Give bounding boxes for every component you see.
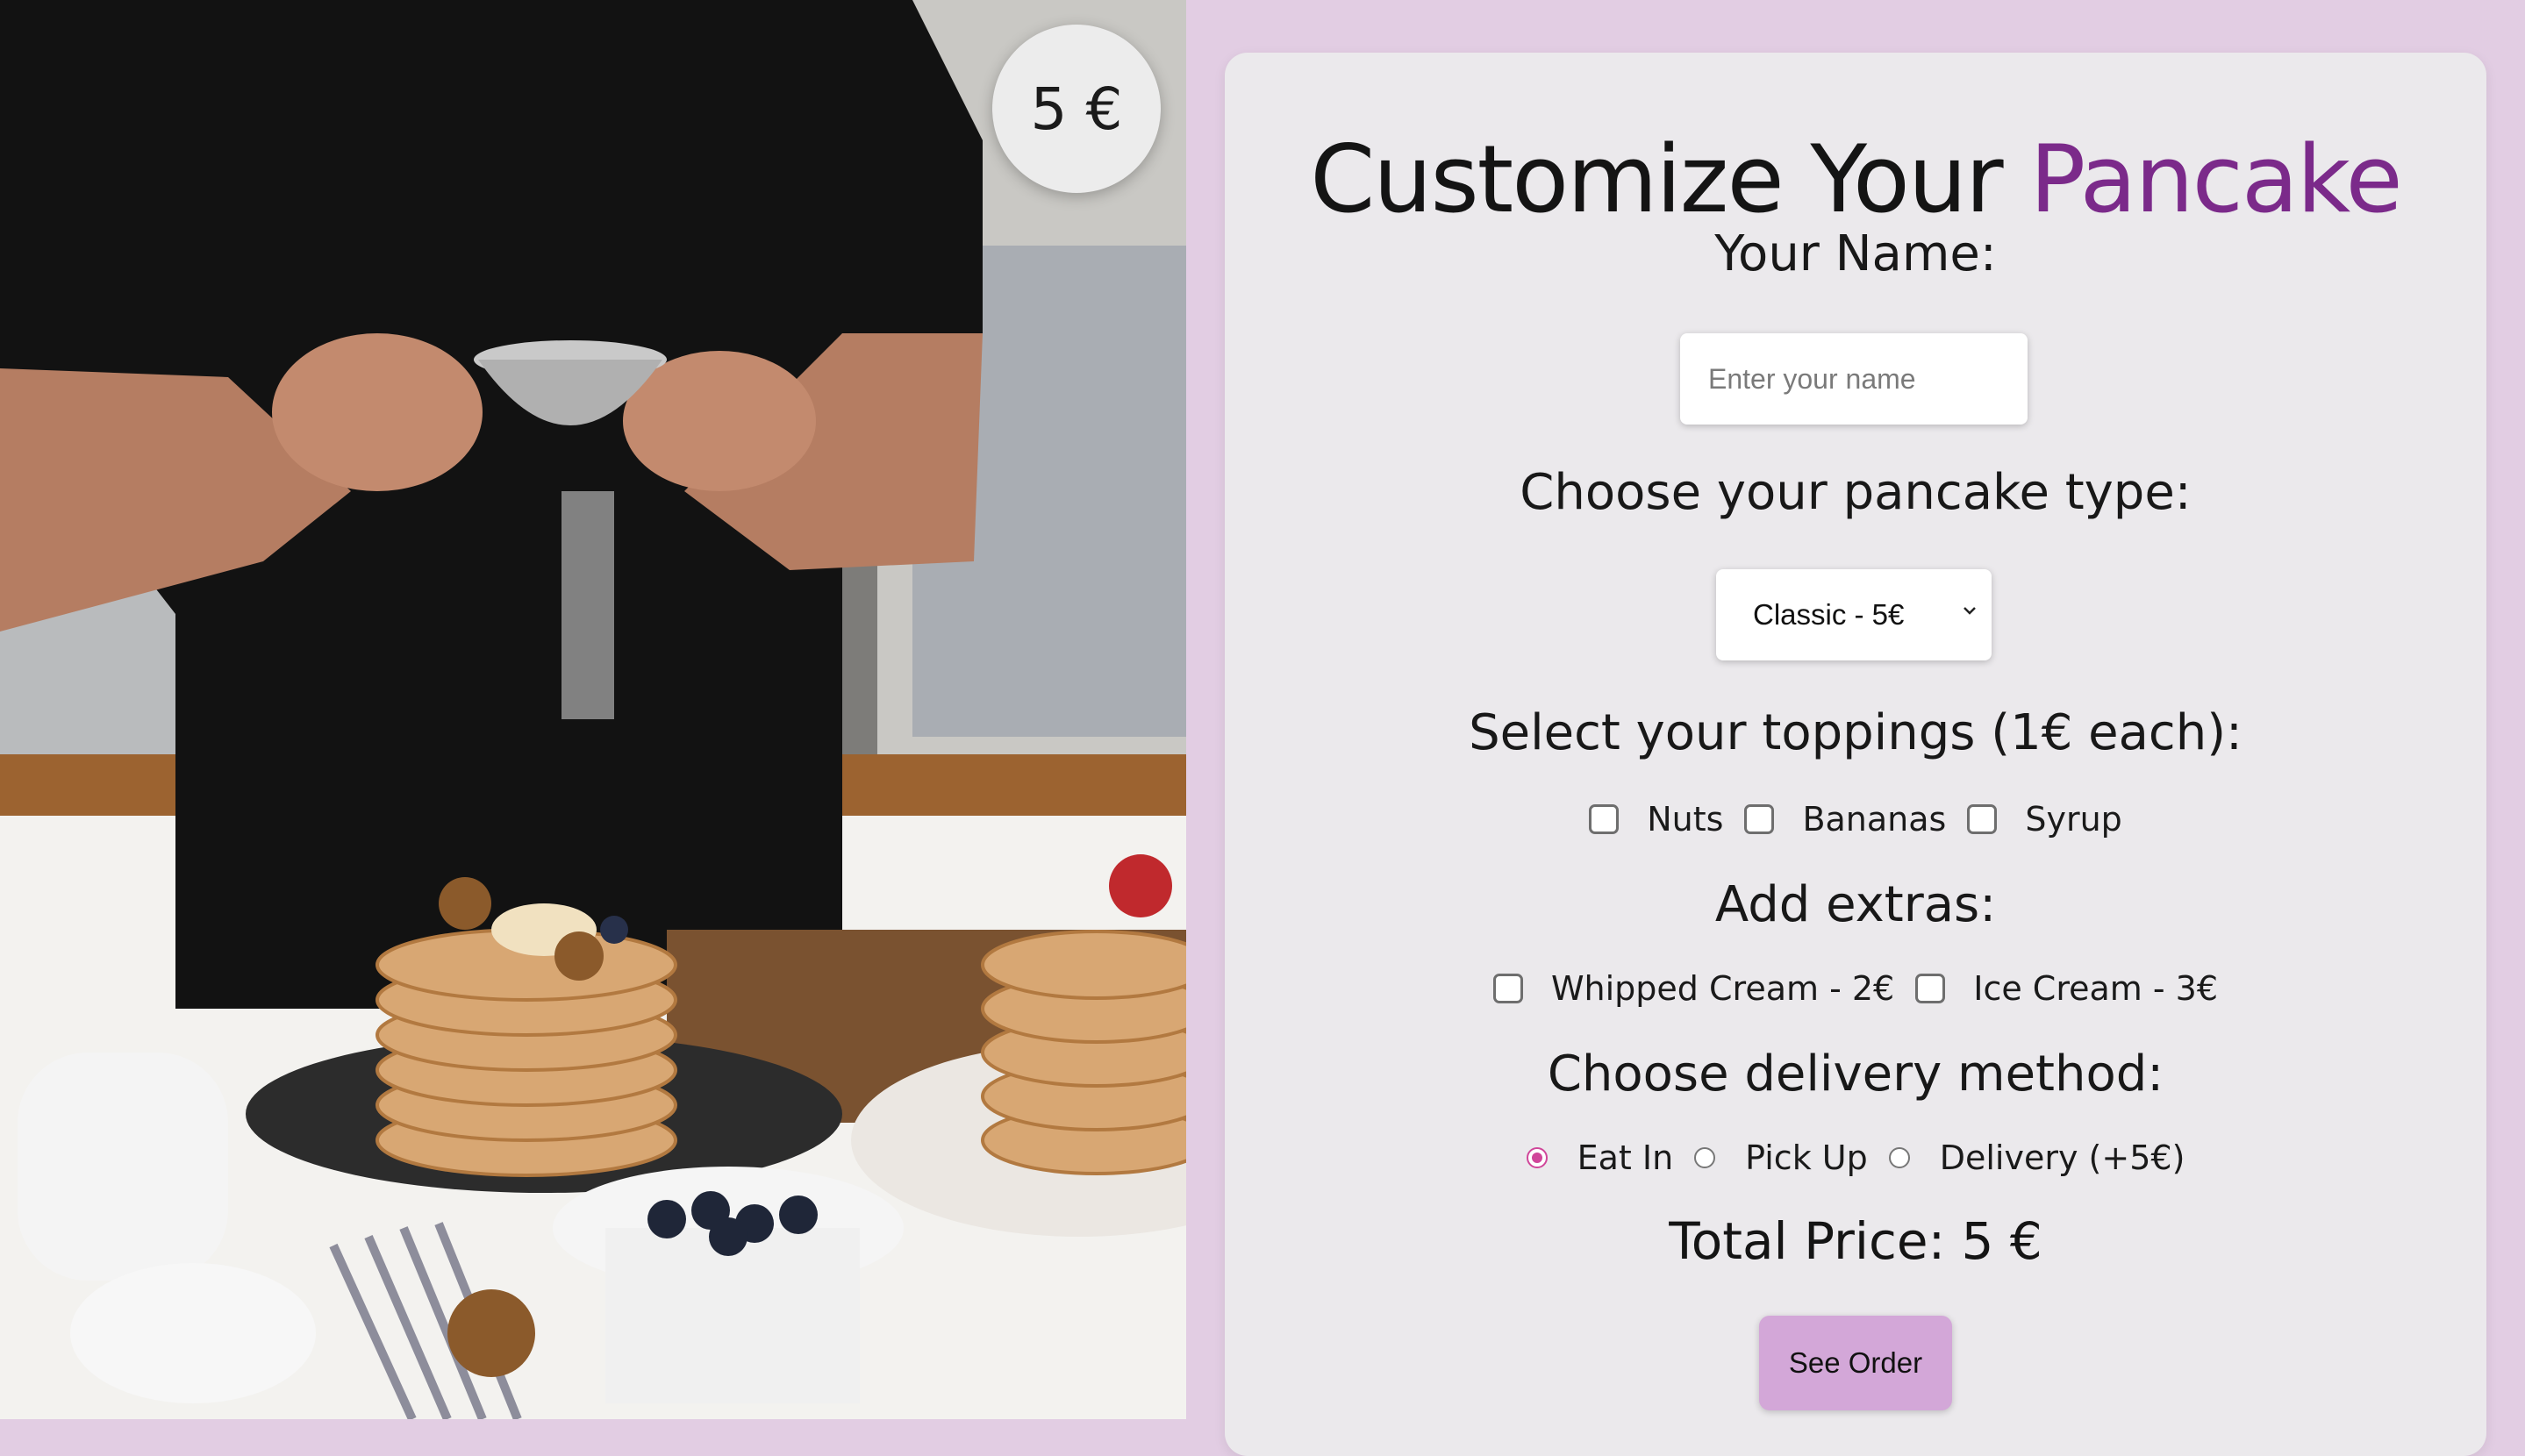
see-order-button[interactable]: See Order xyxy=(1759,1316,1952,1410)
extra-ice-cream-label: Ice Cream - 3€ xyxy=(1973,969,2219,1008)
delivery-delivery-radio[interactable] xyxy=(1888,1147,1910,1168)
order-form-card: Customize Your Pancake Your Name: Choose… xyxy=(1225,53,2486,1456)
topping-syrup-checkbox[interactable] xyxy=(1967,804,1998,834)
title-accent: Pancake xyxy=(2029,125,2402,233)
extras-label: Add extras: xyxy=(1714,876,1997,933)
pancake-type-label: Choose your pancake type: xyxy=(1520,464,2192,521)
pancake-photo-illustration xyxy=(0,0,1186,1419)
delivery-group: Eat In Pick Up Delivery (+5€) xyxy=(1225,1138,2486,1177)
chevron-down-icon xyxy=(1963,607,1976,615)
pancake-type-select[interactable]: Classic - 5€ xyxy=(1716,569,1992,660)
extra-ice-cream-checkbox[interactable] xyxy=(1915,974,1946,1003)
delivery-pick-up-radio[interactable] xyxy=(1694,1147,1716,1168)
topping-syrup[interactable]: Syrup xyxy=(1967,800,2122,839)
topping-bananas[interactable]: Bananas xyxy=(1744,800,1946,839)
name-input[interactable] xyxy=(1680,333,2028,425)
topping-bananas-checkbox[interactable] xyxy=(1744,804,1775,834)
delivery-label: Choose delivery method: xyxy=(1547,1046,2164,1103)
extra-whipped-cream-checkbox[interactable] xyxy=(1492,974,1523,1003)
page-title: Customize Your Pancake xyxy=(1225,123,2486,237)
topping-nuts-checkbox[interactable] xyxy=(1589,804,1620,834)
toppings-label: Select your toppings (1€ each): xyxy=(1469,704,2242,761)
delivery-eat-in[interactable]: Eat In xyxy=(1526,1138,1674,1177)
delivery-pick-up-label: Pick Up xyxy=(1745,1138,1868,1177)
topping-bananas-label: Bananas xyxy=(1802,800,1947,839)
price-badge-text: 5 € xyxy=(1030,75,1123,143)
hero-photo: 5 € xyxy=(0,0,1186,1419)
price-badge: 5 € xyxy=(992,25,1161,193)
delivery-delivery-label: Delivery (+5€) xyxy=(1939,1138,2185,1177)
total-price: Total Price: 5 € xyxy=(1669,1211,2042,1271)
topping-nuts[interactable]: Nuts xyxy=(1589,800,1723,839)
extra-ice-cream[interactable]: Ice Cream - 3€ xyxy=(1915,969,2218,1008)
delivery-eat-in-label: Eat In xyxy=(1577,1138,1674,1177)
name-label: Your Name: xyxy=(1714,225,1997,282)
toppings-group: Nuts Bananas Syrup xyxy=(1225,800,2486,839)
extra-whipped-cream-label: Whipped Cream - 2€ xyxy=(1550,969,1895,1008)
extras-group: Whipped Cream - 2€ Ice Cream - 3€ xyxy=(1225,969,2486,1008)
topping-nuts-label: Nuts xyxy=(1647,800,1724,839)
delivery-eat-in-radio[interactable] xyxy=(1526,1147,1548,1168)
pancake-type-selected: Classic - 5€ xyxy=(1753,598,1905,631)
extra-whipped-cream[interactable]: Whipped Cream - 2€ xyxy=(1492,969,1895,1008)
delivery-pick-up[interactable]: Pick Up xyxy=(1694,1138,1868,1177)
delivery-delivery[interactable]: Delivery (+5€) xyxy=(1888,1138,2185,1177)
title-main: Customize Your xyxy=(1310,125,2003,233)
topping-syrup-label: Syrup xyxy=(2025,800,2122,839)
